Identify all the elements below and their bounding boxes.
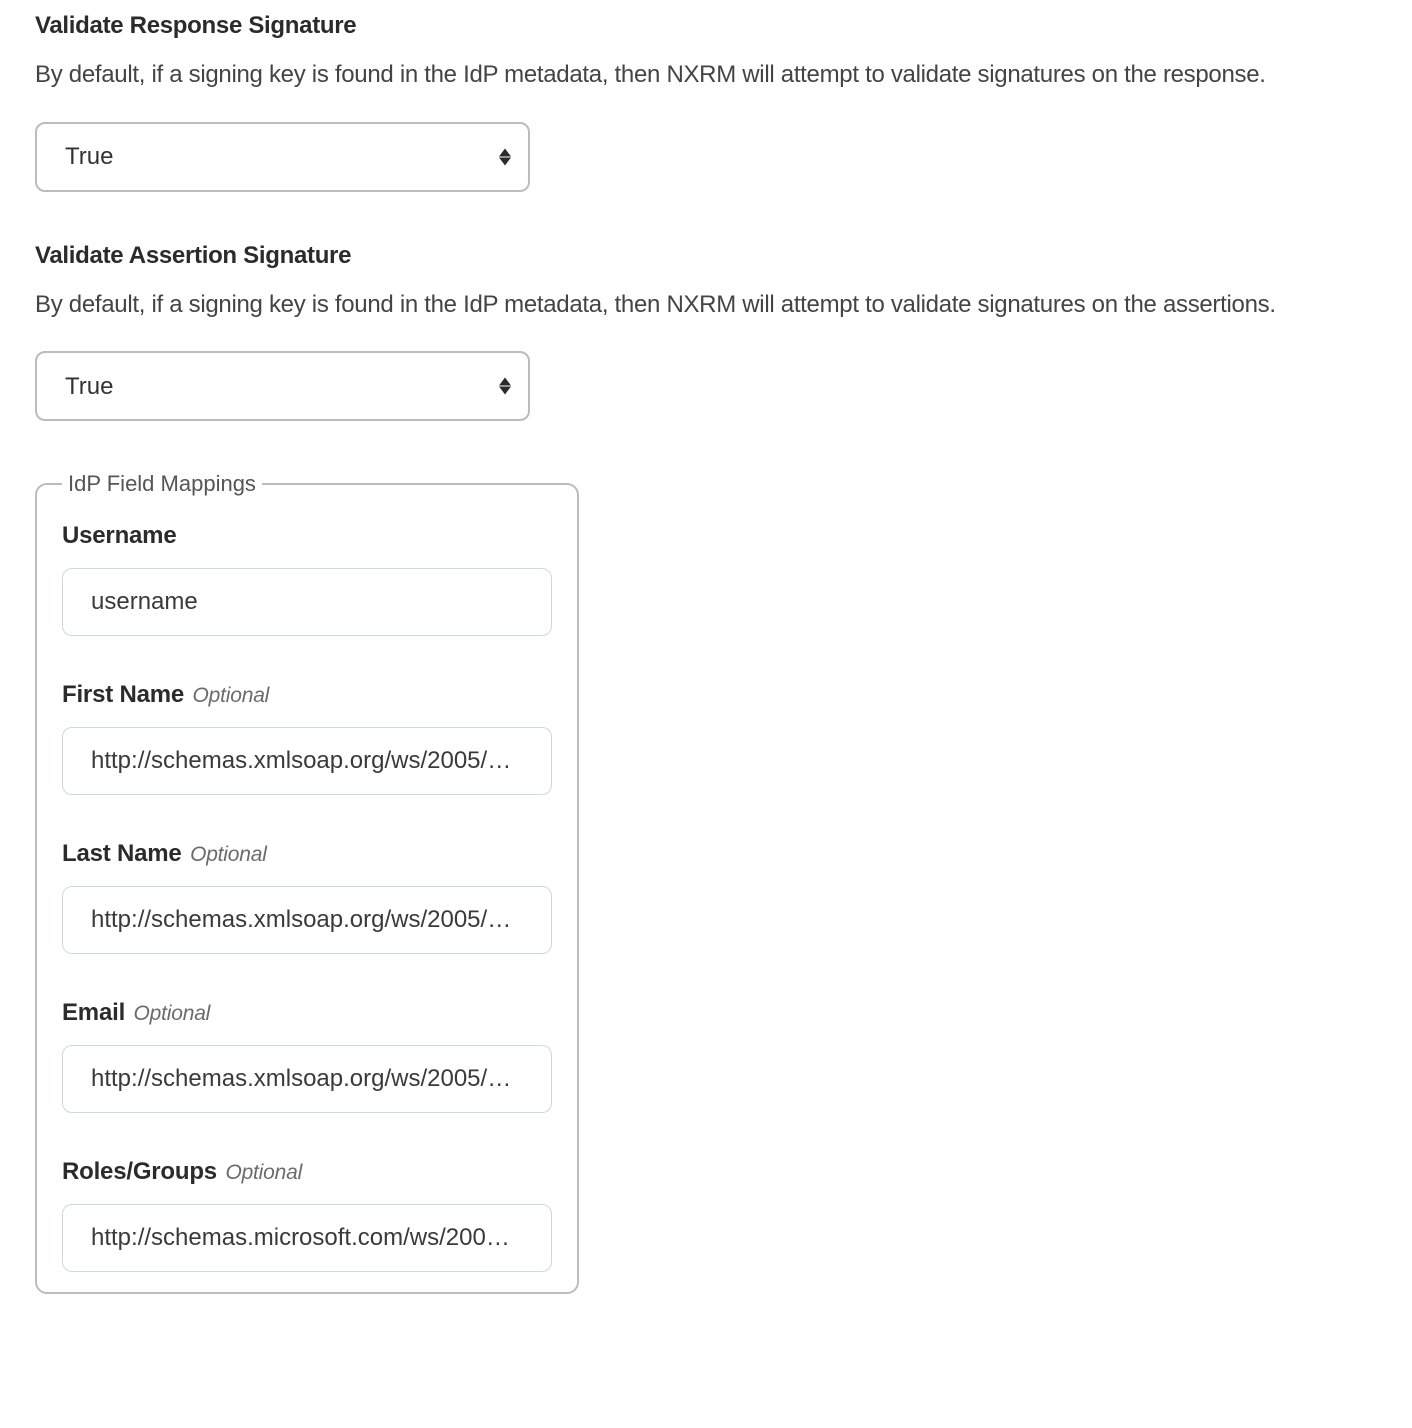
- email-group: Email Optional: [62, 999, 552, 1113]
- validate-response-select[interactable]: True: [35, 122, 530, 192]
- roles-label-text: Roles/Groups: [62, 1158, 217, 1185]
- idp-field-mappings-legend: IdP Field Mappings: [62, 471, 262, 497]
- validate-assertion-select-wrap: True: [35, 351, 530, 421]
- validate-assertion-section: Validate Assertion Signature By default,…: [35, 242, 1377, 422]
- validate-response-title: Validate Response Signature: [35, 12, 1377, 40]
- lastname-label: Last Name Optional: [62, 840, 552, 868]
- optional-tag: Optional: [193, 684, 270, 707]
- firstname-label-text: First Name: [62, 681, 184, 708]
- firstname-group: First Name Optional: [62, 681, 552, 795]
- username-label: Username: [62, 522, 552, 550]
- validate-assertion-select[interactable]: True: [35, 351, 530, 421]
- optional-tag: Optional: [190, 843, 267, 866]
- email-label: Email Optional: [62, 999, 552, 1027]
- username-label-text: Username: [62, 522, 176, 549]
- firstname-label: First Name Optional: [62, 681, 552, 709]
- validate-assertion-desc: By default, if a signing key is found in…: [35, 288, 1377, 322]
- firstname-input[interactable]: [62, 727, 552, 795]
- username-group: Username: [62, 522, 552, 636]
- lastname-group: Last Name Optional: [62, 840, 552, 954]
- optional-tag: Optional: [225, 1161, 302, 1184]
- validate-response-desc: By default, if a signing key is found in…: [35, 58, 1377, 92]
- validate-response-section: Validate Response Signature By default, …: [35, 12, 1377, 192]
- lastname-label-text: Last Name: [62, 840, 182, 867]
- lastname-input[interactable]: [62, 886, 552, 954]
- optional-tag: Optional: [134, 1002, 211, 1025]
- roles-input[interactable]: [62, 1204, 552, 1272]
- validate-assertion-title: Validate Assertion Signature: [35, 242, 1377, 270]
- roles-group: Roles/Groups Optional: [62, 1158, 552, 1272]
- email-label-text: Email: [62, 999, 125, 1026]
- roles-label: Roles/Groups Optional: [62, 1158, 552, 1186]
- username-input[interactable]: [62, 568, 552, 636]
- email-input[interactable]: [62, 1045, 552, 1113]
- idp-field-mappings-fieldset: IdP Field Mappings Username First Name O…: [35, 471, 579, 1294]
- validate-response-select-wrap: True: [35, 122, 530, 192]
